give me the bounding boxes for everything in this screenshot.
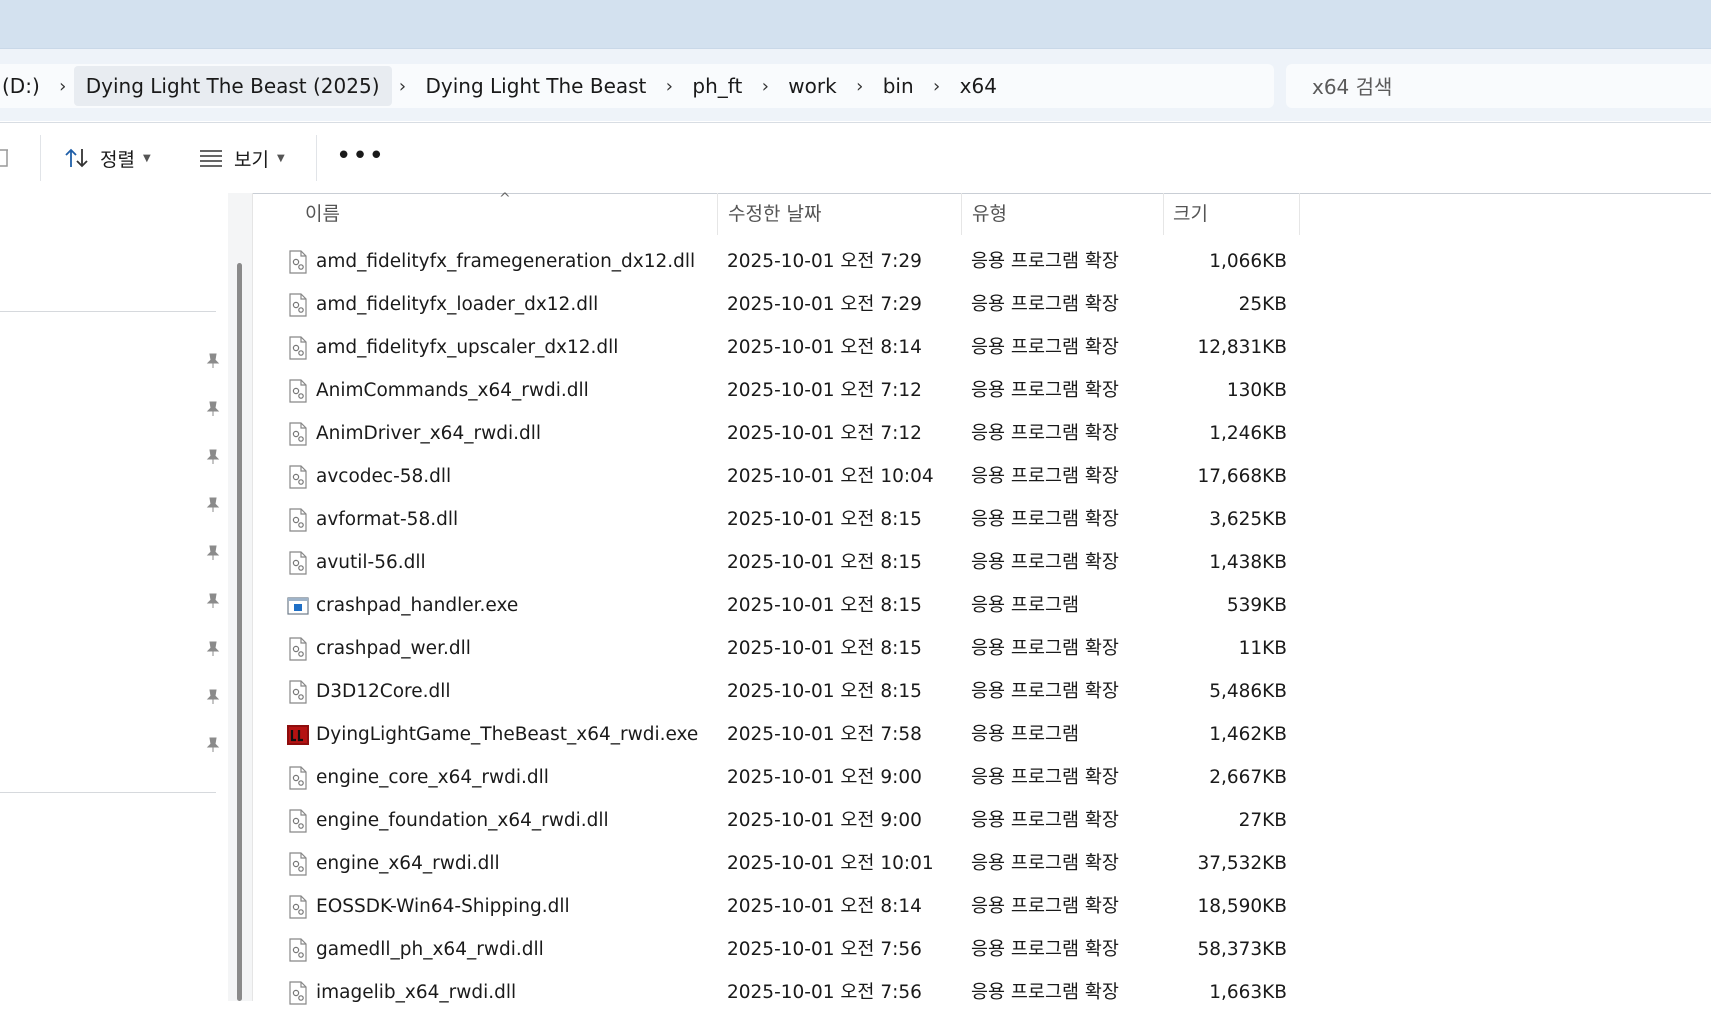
- view-label: 보기: [234, 148, 269, 171]
- title-bar: [0, 0, 1711, 48]
- file-size: 12,831KB: [1197, 337, 1287, 358]
- chevron-right-icon[interactable]: ›: [392, 76, 414, 97]
- pin-icon[interactable]: [206, 545, 220, 561]
- file-row[interactable]: AnimCommands_x64_rwdi.dll 2025-10-01 오전 7…: [253, 372, 1300, 415]
- file-size: 25KB: [1238, 294, 1287, 315]
- pin-icon[interactable]: [206, 641, 220, 657]
- column-separator[interactable]: [1163, 193, 1164, 235]
- file-size: 1,462KB: [1209, 724, 1287, 745]
- toolbar-divider: [316, 135, 317, 181]
- address-bar[interactable]: (D:) › Dying Light The Beast (2025) › Dy…: [0, 64, 1274, 108]
- file-row[interactable]: crashpad_handler.exe 2025-10-01 오전 8:15 응용…: [253, 587, 1300, 630]
- column-date[interactable]: 수정한 날짜: [728, 193, 821, 235]
- file-row[interactable]: gamedll_ph_x64_rwdi.dll 2025-10-01 오전 7:5…: [253, 931, 1300, 974]
- nav-divider: [0, 311, 216, 312]
- nav-divider: [0, 792, 216, 793]
- file-size: 11KB: [1238, 638, 1287, 659]
- column-header: ^ 이름 수정한 날짜 유형 크기: [253, 191, 1300, 235]
- toolbar-divider: [40, 135, 41, 181]
- file-row[interactable]: D3D12Core.dll 2025-10-01 오전 8:15 응용 프로그램 확…: [253, 673, 1300, 716]
- sort-ascending-icon: ^: [499, 191, 511, 207]
- file-row[interactable]: avutil-56.dll 2025-10-01 오전 8:15 응용 프로그램 확…: [253, 544, 1300, 587]
- file-size: 2,667KB: [1209, 767, 1287, 788]
- file-size: 37,532KB: [1197, 853, 1287, 874]
- chevron-down-icon: ▼: [142, 152, 151, 164]
- sort-icon: [65, 148, 88, 168]
- file-size: 130KB: [1226, 380, 1287, 401]
- file-row[interactable]: AnimDriver_x64_rwdi.dll 2025-10-01 오전 7:1…: [253, 415, 1300, 458]
- pin-icon[interactable]: [206, 689, 220, 705]
- breadcrumb-bin[interactable]: bin: [871, 66, 926, 106]
- sort-button[interactable]: 정렬 ▼: [64, 137, 151, 179]
- file-row[interactable]: DyingLightGame_TheBeast_x64_rwdi.exe 2025…: [253, 716, 1300, 759]
- column-name[interactable]: 이름: [305, 193, 340, 235]
- file-row[interactable]: avcodec-58.dll 2025-10-01 오전 10:04 응용 프로그램…: [253, 458, 1300, 501]
- column-separator[interactable]: [1299, 193, 1300, 235]
- delete-icon[interactable]: [0, 145, 10, 169]
- file-size: 27KB: [1238, 810, 1287, 831]
- chevron-right-icon[interactable]: ›: [849, 76, 871, 97]
- file-size: 3,625KB: [1209, 509, 1287, 530]
- pin-icon[interactable]: [206, 353, 220, 369]
- chevron-right-icon[interactable]: ›: [754, 76, 776, 97]
- file-size: 58,373KB: [1197, 939, 1287, 960]
- chevron-down-icon: ▼: [276, 152, 285, 164]
- list-view-icon: [200, 150, 222, 167]
- file-size: 1,066KB: [1209, 251, 1287, 272]
- column-separator[interactable]: [961, 193, 962, 235]
- file-row[interactable]: engine_core_x64_rwdi.dll 2025-10-01 오전 9:…: [253, 759, 1300, 802]
- breadcrumb-game-folder[interactable]: Dying Light The Beast: [414, 66, 659, 106]
- file-row[interactable]: avformat-58.dll 2025-10-01 오전 8:15 응용 프로그램…: [253, 501, 1300, 544]
- file-row[interactable]: amd_fidelityfx_upscaler_dx12.dll 2025-10-…: [253, 329, 1300, 372]
- file-row[interactable]: engine_foundation_x64_rwdi.dll 2025-10-01…: [253, 802, 1300, 845]
- column-size[interactable]: 크기: [1173, 193, 1208, 235]
- file-size: 17,668KB: [1197, 466, 1287, 487]
- column-type[interactable]: 유형: [972, 193, 1007, 235]
- search-input[interactable]: [1310, 74, 1694, 100]
- file-list: amd_fidelityfx_framegeneration_dx12.dll 2…: [253, 243, 1300, 1017]
- file-size: 1,246KB: [1209, 423, 1287, 444]
- breadcrumb-x64[interactable]: x64: [948, 66, 1009, 106]
- file-row[interactable]: amd_fidelityfx_framegeneration_dx12.dll 2…: [253, 243, 1300, 286]
- breadcrumb-game-root[interactable]: Dying Light The Beast (2025): [73, 66, 392, 106]
- file-size: 1,663KB: [1209, 982, 1287, 1003]
- more-options-button[interactable]: •••: [336, 143, 385, 169]
- file-row[interactable]: engine_x64_rwdi.dll 2025-10-01 오전 10:01 응용…: [253, 845, 1300, 888]
- pin-icon[interactable]: [206, 737, 220, 753]
- scrollbar-thumb[interactable]: [237, 263, 242, 1001]
- chevron-right-icon[interactable]: ›: [52, 76, 74, 97]
- file-size: 539KB: [1226, 595, 1287, 616]
- file-row[interactable]: crashpad_wer.dll 2025-10-01 오전 8:15 응용 프로그…: [253, 630, 1300, 673]
- navigation-pane: [0, 193, 252, 1001]
- pin-icon[interactable]: [206, 497, 220, 513]
- column-separator[interactable]: [717, 193, 718, 235]
- breadcrumb-work[interactable]: work: [776, 66, 848, 106]
- file-row[interactable]: EOSSDK-Win64-Shipping.dll 2025-10-01 오전 8…: [253, 888, 1300, 931]
- file-row[interactable]: amd_fidelityfx_loader_dx12.dll 2025-10-01…: [253, 286, 1300, 329]
- chevron-right-icon[interactable]: ›: [658, 76, 680, 97]
- sort-label: 정렬: [100, 148, 135, 171]
- file-size: 1,438KB: [1209, 552, 1287, 573]
- file-size: 18,590KB: [1197, 896, 1287, 917]
- command-bar: 정렬 ▼ 보기 ▼ •••: [0, 122, 1711, 194]
- file-row[interactable]: imagelib_x64_rwdi.dll 2025-10-01 오전 7:56 응…: [253, 974, 1300, 1017]
- view-button[interactable]: 보기 ▼: [198, 137, 285, 179]
- breadcrumb-drive[interactable]: (D:): [0, 66, 52, 106]
- pin-icon[interactable]: [206, 449, 220, 465]
- chevron-right-icon[interactable]: ›: [926, 76, 948, 97]
- file-size: 5,486KB: [1209, 681, 1287, 702]
- breadcrumb-ph-ft[interactable]: ph_ft: [680, 66, 754, 106]
- pin-icon[interactable]: [206, 593, 220, 609]
- search-box[interactable]: [1286, 64, 1711, 108]
- pin-icon[interactable]: [206, 401, 220, 417]
